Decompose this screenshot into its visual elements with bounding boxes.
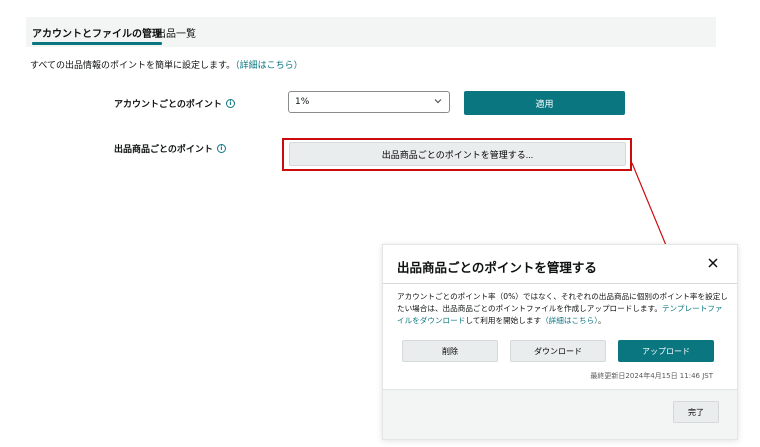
tab-listings-label: 出品一覧: [156, 29, 196, 40]
listing-points-label-text: 出品商品ごとのポイント: [114, 145, 213, 155]
tab-bar: アカウントとファイルの管理 出品一覧: [26, 17, 716, 47]
intro-detail-link[interactable]: （詳細はこちら）: [235, 61, 303, 71]
close-icon: [708, 258, 718, 268]
listing-points-label: 出品商品ごとのポイント i: [114, 142, 226, 155]
info-icon[interactable]: i: [225, 99, 235, 108]
account-points-select[interactable]: 1%: [288, 91, 450, 113]
account-points-label: アカウントごとのポイント i: [114, 97, 235, 110]
chevron-down-icon: [434, 99, 442, 104]
upload-button[interactable]: アップロード: [618, 340, 714, 362]
modal-divider: [383, 283, 737, 284]
manage-points-modal: 出品商品ごとのポイントを管理する アカウントごとのポイント率（0%）ではなく、そ…: [382, 244, 738, 440]
done-button[interactable]: 完了: [673, 401, 719, 423]
account-points-label-text: アカウントごとのポイント: [114, 100, 222, 110]
modal-title: 出品商品ごとのポイントを管理する: [397, 260, 597, 275]
intro-description: すべての出品情報のポイントを簡単に設定します。: [30, 61, 236, 71]
apply-button[interactable]: 適用: [464, 91, 625, 115]
account-points-selected-value: 1%: [295, 97, 310, 107]
manage-listing-points-button[interactable]: 出品商品ごとのポイントを管理する...: [289, 142, 626, 166]
delete-button[interactable]: 削除: [402, 340, 498, 362]
close-button[interactable]: [705, 255, 721, 271]
modal-body-end: 。: [598, 316, 606, 325]
tab-listings[interactable]: 出品一覧: [156, 25, 196, 40]
modal-action-row: 削除 ダウンロード アップロード: [402, 340, 715, 362]
info-icon[interactable]: i: [216, 144, 226, 153]
modal-detail-link[interactable]: （詳細はこちら）: [541, 316, 598, 325]
modal-description: アカウントごとのポイント率（0%）ではなく、それぞれの出品商品に個別のポイント率…: [397, 291, 729, 327]
tab-account-and-files[interactable]: アカウントとファイルの管理: [32, 25, 162, 45]
last-updated-text: 最終更新日2024年4月15日 11:46 JST: [590, 372, 713, 380]
active-tab-indicator: [32, 42, 162, 45]
download-button[interactable]: ダウンロード: [510, 340, 606, 362]
tab-account-and-files-label: アカウントとファイルの管理: [32, 29, 162, 40]
intro-text: すべての出品情報のポイントを簡単に設定します。（詳細はこちら）: [30, 58, 303, 71]
modal-body-suffix: して利用を開始します: [465, 316, 542, 325]
modal-footer: 完了: [383, 389, 737, 439]
